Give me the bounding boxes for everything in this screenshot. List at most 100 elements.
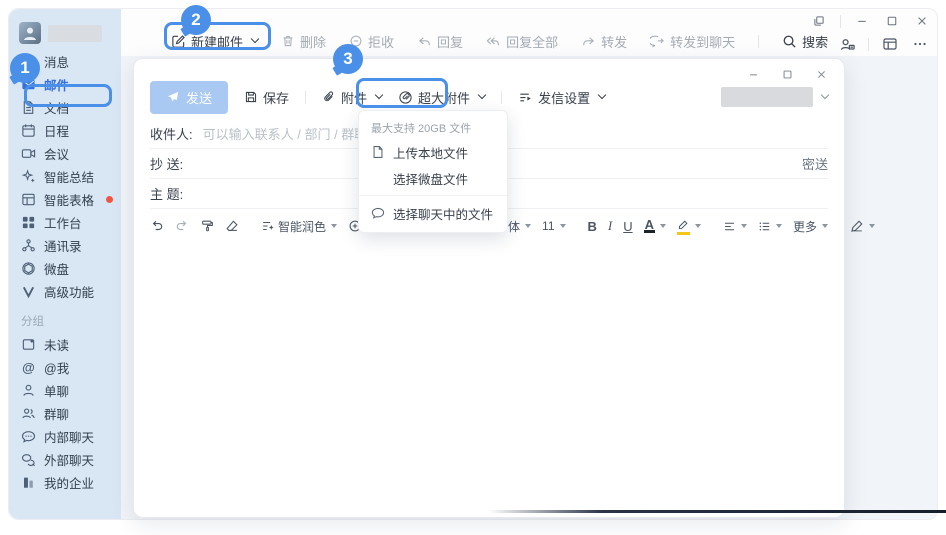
- more-icon[interactable]: [911, 35, 929, 53]
- menu-item-select-chat[interactable]: 选择聊天中的文件: [359, 200, 507, 226]
- large-attachment-icon: [398, 90, 413, 105]
- sidebar-item-drive[interactable]: 微盘: [9, 257, 121, 280]
- sidebar-item-messages[interactable]: 消息: [9, 50, 121, 73]
- close-icon[interactable]: [913, 12, 931, 30]
- user-row: [9, 9, 121, 50]
- sidebar-item-contacts[interactable]: 通讯录: [9, 234, 121, 257]
- delete-button[interactable]: 删除: [281, 32, 326, 51]
- sidebar-item-single-chat[interactable]: 单聊: [9, 379, 121, 402]
- reject-button[interactable]: 拒收: [349, 32, 394, 51]
- bold-button[interactable]: B: [588, 219, 597, 234]
- send-button[interactable]: 发送: [150, 80, 229, 114]
- sidebar-item-smart-table[interactable]: 智能表格: [9, 188, 121, 211]
- search-button[interactable]: 搜索: [782, 32, 828, 51]
- avatar[interactable]: [19, 22, 41, 44]
- send-settings-button[interactable]: 发信设置: [518, 88, 607, 107]
- undo-button[interactable]: [150, 219, 164, 233]
- bcc-button[interactable]: 密送: [802, 154, 828, 173]
- clear-format-button[interactable]: [225, 219, 239, 233]
- divider: [501, 90, 503, 104]
- large-attachment-button[interactable]: 超大附件: [398, 88, 487, 107]
- forward-to-chat-button[interactable]: 转发到聊天: [650, 32, 735, 51]
- sidebar-item-at-me[interactable]: @ @我: [9, 356, 121, 379]
- large-attachment-menu: 最大支持 20GB 文件 上传本地文件 选择微盘文件 选择聊天中的文件: [358, 110, 508, 233]
- sidebar-nav: 消息 邮件 文档 日程 会议 智能总结 智能表格 工作台 通讯录 微盘 高级功能: [9, 50, 121, 303]
- minus-circle-icon: [349, 34, 363, 48]
- layout-panel-icon[interactable]: [881, 35, 899, 53]
- font-size-select[interactable]: 11: [542, 219, 566, 233]
- popout-icon[interactable]: [810, 12, 828, 30]
- sidebar-item-label: 智能表格: [44, 194, 95, 208]
- caret-down-icon: [869, 224, 876, 228]
- company-bars-icon: [21, 475, 36, 490]
- search-icon: [782, 34, 797, 49]
- chevron-down-icon: [597, 90, 607, 100]
- to-label: 收件人:: [150, 127, 193, 142]
- sidebar-item-label: 工作台: [44, 217, 82, 231]
- sidebar-item-my-company[interactable]: 我的企业: [9, 471, 121, 494]
- sidebar-item-group-chat[interactable]: 群聊: [9, 402, 121, 425]
- user-name-redacted: [48, 24, 102, 42]
- maximize-icon[interactable]: [883, 12, 901, 30]
- menu-item-upload-local[interactable]: 上传本地文件: [359, 139, 507, 165]
- screen: 消息 邮件 文档 日程 会议 智能总结 智能表格 工作台 通讯录 微盘 高级功能…: [0, 0, 946, 535]
- sidebar-item-label: 会议: [44, 148, 70, 162]
- minimize-icon[interactable]: [853, 12, 871, 30]
- sidebar-item-internal-chat[interactable]: 内部聊天: [9, 425, 121, 448]
- caret-down-icon: [660, 224, 667, 228]
- grid-icon: [21, 215, 36, 230]
- table-icon: [21, 192, 36, 207]
- sidebar-item-docs[interactable]: 文档: [9, 96, 121, 119]
- underline-button[interactable]: U: [623, 219, 632, 234]
- double-bubble-icon: [21, 452, 36, 467]
- font-color-button[interactable]: A: [643, 218, 667, 233]
- menu-item-select-drive[interactable]: 选择微盘文件: [359, 165, 507, 191]
- more-format-button[interactable]: 更多: [793, 218, 829, 235]
- chat-bubble-icon: [21, 54, 36, 69]
- bubble-dots-icon: [21, 429, 36, 444]
- smart-polish-button[interactable]: 智能润色: [261, 218, 338, 235]
- sidebar-item-workbench[interactable]: 工作台: [9, 211, 121, 234]
- window-controls: [810, 12, 931, 30]
- mail-icon: [21, 77, 36, 92]
- new-mail-button[interactable]: 新建邮件: [171, 32, 260, 51]
- italic-button[interactable]: I: [608, 218, 612, 234]
- sidebar-item-meeting[interactable]: 会议: [9, 142, 121, 165]
- reply-button[interactable]: 回复: [417, 32, 463, 51]
- underlying-window-edge: [488, 510, 946, 513]
- notification-dot: [106, 196, 113, 203]
- subject-label: 主 题:: [150, 187, 184, 202]
- forward-button[interactable]: 转发: [581, 32, 627, 51]
- sender-account-selector[interactable]: [721, 87, 830, 107]
- compose-icon: [171, 34, 186, 49]
- caret-down-icon: [776, 224, 783, 228]
- chevron-down-icon: [250, 34, 260, 44]
- caret-down-icon: [822, 224, 829, 228]
- caret-down-icon: [525, 224, 532, 228]
- sidebar-item-advanced[interactable]: 高级功能: [9, 280, 121, 303]
- align-button[interactable]: [723, 220, 748, 233]
- sender-account-redacted: [721, 87, 813, 107]
- sidebar-item-label: 消息: [44, 56, 70, 70]
- paperclip-icon: [322, 90, 336, 104]
- contact-card-icon[interactable]: [838, 35, 856, 53]
- sidebar-item-label: 通讯录: [44, 240, 82, 254]
- sidebar-item-label: 智能总结: [44, 171, 95, 185]
- sidebar-item-unread[interactable]: 未读: [9, 333, 121, 356]
- list-button[interactable]: [758, 220, 783, 233]
- format-painter-button[interactable]: [200, 219, 214, 233]
- caret-down-icon: [559, 224, 566, 228]
- save-button[interactable]: 保存: [244, 88, 289, 107]
- highlight-button[interactable]: [677, 218, 702, 235]
- attachment-button[interactable]: 附件: [322, 88, 384, 107]
- sidebar-item-mail[interactable]: 邮件: [9, 73, 121, 96]
- sidebar-item-external-chat[interactable]: 外部聊天: [9, 448, 121, 471]
- person-icon: [21, 383, 36, 398]
- sidebar-section-label: 分组: [21, 316, 44, 328]
- sidebar-item-calendar[interactable]: 日程: [9, 119, 121, 142]
- sidebar-item-smart-summary[interactable]: 智能总结: [9, 165, 121, 188]
- reply-all-button[interactable]: 回复全部: [486, 32, 558, 51]
- signature-button[interactable]: [850, 219, 876, 233]
- redo-button[interactable]: [175, 219, 189, 233]
- mail-toolbar: 新建邮件 删除 拒收 回复 回复全部 转发 转发到聊天 搜索: [171, 23, 828, 59]
